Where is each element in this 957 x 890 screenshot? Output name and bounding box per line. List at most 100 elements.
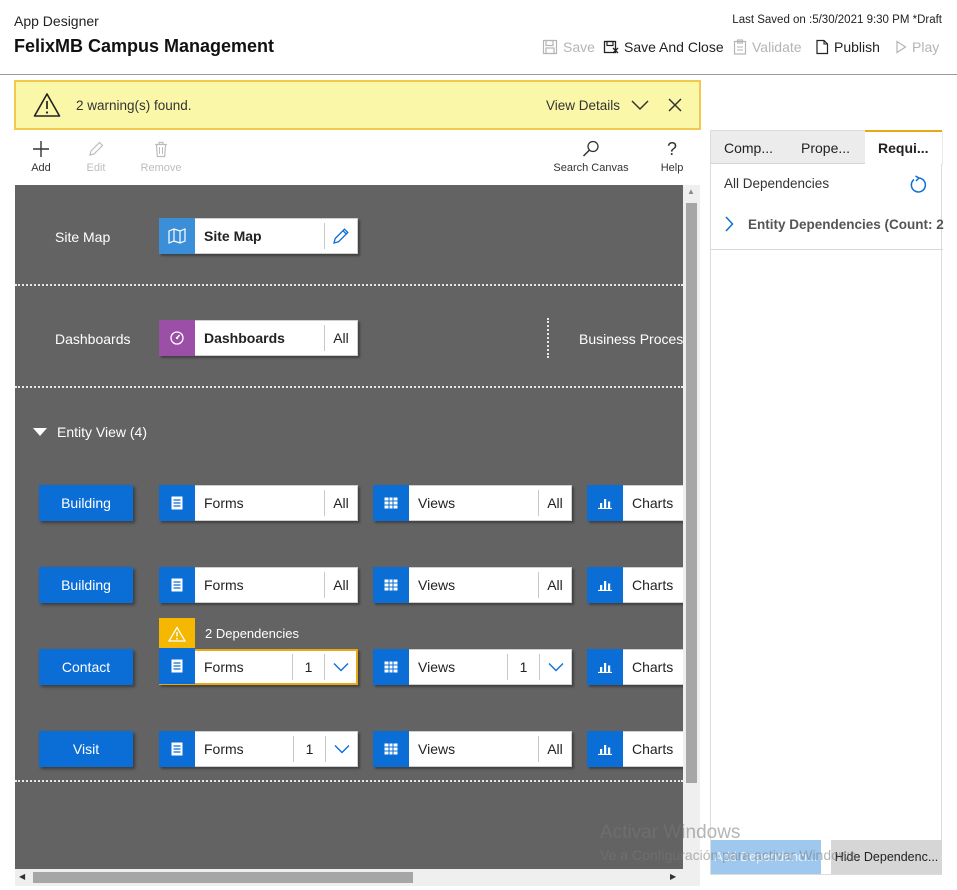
add-button[interactable]: Add [11,138,71,174]
scroll-right-icon[interactable]: ▶ [670,872,676,881]
entity-view-toggle[interactable]: Entity View (4) [33,424,147,440]
tab-components[interactable]: Comp... [711,131,788,164]
play-button[interactable]: Play [895,37,939,57]
edit-button[interactable]: Edit [66,138,126,174]
publish-icon [816,39,829,55]
dashboard-icon [159,319,195,356]
expand-button[interactable] [324,654,356,680]
form-icon [159,484,195,521]
last-saved-status: Last Saved on :5/30/2021 9:30 PM *Draft [732,14,942,26]
business-process-label: Business Process [579,331,683,347]
charts-tile-label: Charts [632,659,674,675]
panel-divider [711,249,943,250]
app-designer-canvas[interactable]: Site Map Site Map Dashboards Dashboards … [15,185,683,869]
charts-tile[interactable]: Charts [587,566,683,603]
vertical-scrollbar[interactable]: ▲ [683,185,700,869]
forms-tile[interactable]: Forms All [159,566,358,603]
dashboards-tile[interactable]: Dashboards All [159,319,358,356]
pencil-icon [89,141,104,156]
validate-label: Validate [752,39,802,55]
tab-properties[interactable]: Prope... [788,131,865,164]
entity-button-building[interactable]: Building [39,485,133,521]
publish-label: Publish [834,39,880,55]
forms-count[interactable]: All [324,572,357,598]
plus-icon [33,141,49,157]
scroll-up-icon[interactable]: ▲ [687,187,695,196]
dashboards-count[interactable]: All [324,325,357,351]
charts-tile[interactable]: Charts [587,730,683,767]
site-map-tile-label: Site Map [204,228,262,244]
grid-icon [373,566,409,603]
warning-badge[interactable] [159,618,195,650]
bar-chart-icon [587,648,623,685]
grid-icon [373,730,409,767]
chevron-down-icon[interactable] [631,99,649,111]
view-details-link[interactable]: View Details [546,98,620,113]
scroll-left-icon[interactable]: ◀ [19,872,25,881]
dependencies-note: 2 Dependencies [205,626,299,641]
save-icon [542,39,558,55]
warning-icon [168,626,186,642]
horizontal-scroll-thumb[interactable] [33,872,413,883]
help-button[interactable]: ? Help [642,138,702,175]
all-dependencies-label: All Dependencies [724,176,830,191]
views-tile[interactable]: Views All [373,566,572,603]
edit-site-map-button[interactable] [324,223,357,249]
triangle-down-icon [33,428,47,436]
forms-count[interactable]: 1 [293,736,325,762]
charts-tile[interactable]: Charts [587,484,683,521]
search-icon [582,140,599,157]
dashboards-row-label: Dashboards [55,331,131,347]
validate-button[interactable]: Validate [733,37,802,57]
forms-tile-label: Forms [204,495,244,511]
activation-watermark-title: Activar Windows [600,822,741,843]
entity-button-contact[interactable]: Contact [39,649,133,685]
tab-required[interactable]: Requi... [865,130,942,164]
panel-tabs: Comp... Prope... Requi... [711,130,943,164]
views-count[interactable]: All [538,736,571,762]
refresh-icon[interactable] [909,175,929,195]
forms-tile[interactable]: Forms All [159,484,358,521]
close-icon[interactable] [667,97,683,113]
views-count[interactable]: 1 [507,654,539,680]
remove-button[interactable]: Remove [131,138,191,174]
views-count[interactable]: All [538,572,571,598]
form-icon [159,648,195,684]
charts-tile-label: Charts [632,495,674,511]
expand-button[interactable] [539,654,571,680]
views-tile[interactable]: Views 1 [373,648,572,685]
bar-chart-icon [587,566,623,603]
search-canvas-label: Search Canvas [553,162,629,174]
charts-tile[interactable]: Charts [587,648,683,685]
search-canvas-button[interactable]: Search Canvas [551,138,631,174]
forms-tile[interactable]: Forms 1 [159,730,358,767]
entity-view-heading: Entity View (4) [57,424,147,440]
save-and-close-button[interactable]: Save And Close [603,37,724,57]
section-divider [15,284,683,286]
site-map-row-label: Site Map [55,229,111,245]
site-map-tile[interactable]: Site Map [159,217,358,254]
play-label: Play [912,39,940,55]
views-tile[interactable]: Views All [373,484,572,521]
entity-dependencies-label: Entity Dependencies (Count: 2 [748,216,944,232]
forms-count[interactable]: 1 [292,654,324,680]
bar-chart-icon [587,730,623,767]
horizontal-scrollbar[interactable]: ◀ ▶ [15,869,700,886]
forms-tile[interactable]: Forms 1 [159,648,358,685]
entity-button-building[interactable]: Building [39,567,133,603]
vertical-scroll-thumb[interactable] [686,203,697,783]
publish-button[interactable]: Publish [815,37,880,57]
help-icon: ? [666,138,677,159]
chevron-down-icon [334,745,349,754]
entity-button-visit[interactable]: Visit [39,731,133,767]
save-button[interactable]: Save [542,37,595,57]
views-tile[interactable]: Views All [373,730,572,767]
activation-watermark-subtitle: Ve a Configuración para activar Windows. [600,847,860,863]
clipboard-icon [733,39,747,55]
forms-count[interactable]: All [324,490,357,516]
views-count[interactable]: All [538,490,571,516]
trash-icon [155,141,167,157]
expand-button[interactable] [325,736,357,762]
entity-dependencies-row[interactable]: Entity Dependencies (Count: 2 [724,216,944,232]
forms-tile-label: Forms [204,577,244,593]
